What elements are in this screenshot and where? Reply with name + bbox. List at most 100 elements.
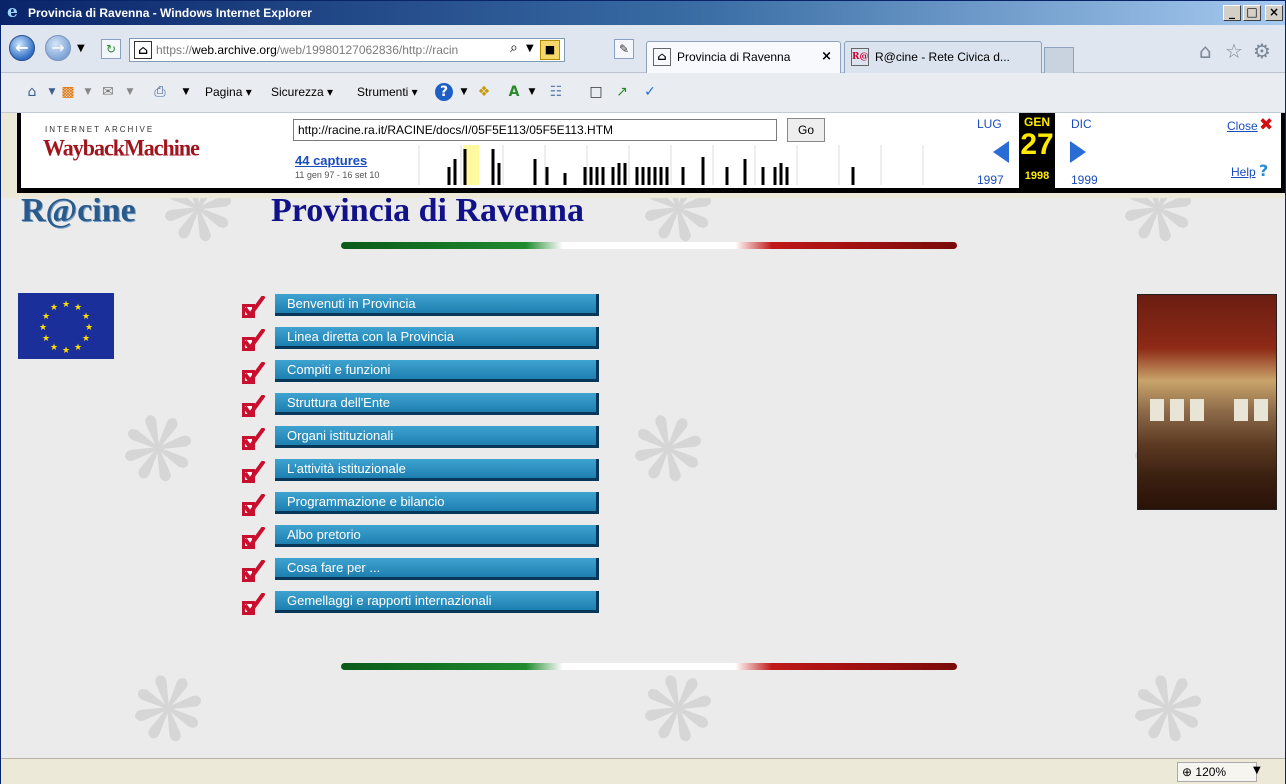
close-button[interactable]: ×: [1265, 5, 1283, 21]
page-title: Provincia di Ravenna: [271, 198, 584, 229]
racine-logo[interactable]: R@cine: [21, 198, 136, 230]
tab-provincia-di-ravenna[interactable]: ⌂ Provincia di Ravenna ×: [646, 41, 841, 73]
browser-window: e Provincia di Ravenna - Windows Interne…: [0, 0, 1286, 784]
notes-icon[interactable]: □: [587, 83, 605, 101]
menu-button-programmazione[interactable]: Programmazione e bilancio: [275, 492, 599, 514]
gear-icon[interactable]: ⚙: [1253, 39, 1271, 63]
help-question-icon[interactable]: ?: [1259, 161, 1268, 180]
racine-tab-icon: R@: [851, 48, 869, 66]
menu-item[interactable]: Organi istituzionali: [241, 426, 601, 451]
wayback-toolbar: INTERNET ARCHIVE WaybackMachine http://r…: [17, 113, 1285, 193]
wayback-go-button[interactable]: Go: [787, 118, 825, 142]
address-url[interactable]: https://web.archive.org/web/199801270628…: [156, 43, 506, 57]
wayback-logo[interactable]: WaybackMachine: [43, 134, 200, 161]
minimize-button[interactable]: _: [1223, 5, 1241, 21]
mail-dropdown-icon[interactable]: ▼: [121, 83, 139, 101]
tab-close-icon[interactable]: ×: [821, 49, 832, 64]
help-dropdown-icon[interactable]: ▼: [455, 83, 473, 101]
menu-item[interactable]: Linea diretta con la Provincia: [241, 327, 601, 352]
print-icon[interactable]: ⎙: [151, 83, 169, 101]
archive-favicon-icon: ⌂: [134, 41, 152, 59]
menu-item[interactable]: Benvenuti in Provincia: [241, 294, 601, 319]
compatibility-view-icon[interactable]: ↻: [101, 39, 121, 59]
council-hall-photo: [1137, 294, 1277, 510]
menu-button-gemellaggi[interactable]: Gemellaggi e rapporti internazionali: [275, 591, 599, 613]
translate-icon[interactable]: A: [505, 83, 523, 101]
menu-item[interactable]: Gemellaggi e rapporti internazionali: [241, 591, 601, 616]
menu-button-albo-pretorio[interactable]: Albo pretorio: [275, 525, 599, 547]
copy-icon[interactable]: ☷: [547, 83, 565, 101]
new-tab-button[interactable]: [1044, 47, 1074, 73]
menu-button-cosa-fare[interactable]: Cosa fare per ...: [275, 558, 599, 580]
checkmark-icon: [242, 461, 265, 484]
prev-month-link[interactable]: LUG: [977, 117, 1002, 131]
menu-item[interactable]: Cosa fare per ...: [241, 558, 601, 583]
research-icon[interactable]: ❖: [475, 83, 493, 101]
security-menu[interactable]: Sicurezza ▾: [271, 85, 333, 99]
checkmark-icon: [242, 362, 265, 385]
back-icon[interactable]: ←: [9, 35, 35, 61]
menu-item[interactable]: Compiti e funzioni: [241, 360, 601, 385]
eagle-crest-watermark-icon: ❋: [628, 198, 729, 271]
page-menu[interactable]: Pagina ▾: [205, 85, 252, 99]
zoom-level[interactable]: ⊕ 120%: [1177, 762, 1257, 782]
wayback-url-input[interactable]: http://racine.ra.it/RACINE/docs/I/05F5E1…: [293, 119, 777, 141]
menu-button-attivita[interactable]: L'attività istituzionale: [275, 459, 599, 481]
feed-dropdown-icon[interactable]: ▼: [79, 83, 97, 101]
tab-racine[interactable]: R@ R@cine - Rete Civica d...: [844, 41, 1042, 73]
checkmark-icon: [242, 329, 265, 352]
command-bar: ⌂ ▼ ▩ ▼ ✉ ▼ ⎙ ▼ Pagina ▾ Sicurezza ▾ Str…: [1, 73, 1285, 113]
menu-button-linea-diretta[interactable]: Linea diretta con la Provincia: [275, 327, 599, 349]
menu-button-compiti[interactable]: Compiti e funzioni: [275, 360, 599, 382]
rss-feed-icon[interactable]: ▩: [59, 83, 77, 101]
search-icon[interactable]: ⌕: [510, 40, 518, 56]
help-icon[interactable]: ?: [435, 83, 453, 101]
favorites-star-icon[interactable]: ☆: [1225, 39, 1243, 63]
next-month-link[interactable]: DIC: [1071, 117, 1092, 131]
refresh-icon[interactable]: ✎: [614, 39, 634, 59]
mail-icon[interactable]: ✉: [99, 83, 117, 101]
title-bar: e Provincia di Ravenna - Windows Interne…: [1, 1, 1285, 25]
current-year: 1998: [1024, 170, 1050, 182]
eu-flag-image: ★ ★ ★ ★ ★ ★ ★ ★ ★ ★ ★ ★: [18, 293, 114, 359]
menu-button-organi[interactable]: Organi istituzionali: [275, 426, 599, 448]
checkmark-icon: [242, 593, 265, 616]
checkmark-icon: [242, 494, 265, 517]
home-icon[interactable]: ⌂: [23, 83, 41, 101]
checkmark-icon: [242, 395, 265, 418]
prev-year-link[interactable]: 1997: [977, 173, 1004, 187]
next-capture-arrow-icon[interactable]: [1070, 141, 1086, 163]
close-x-icon[interactable]: ✖: [1259, 115, 1273, 135]
address-bar[interactable]: ⌂ https://web.archive.org/web/1998012706…: [129, 38, 565, 62]
maximize-button[interactable]: □: [1243, 5, 1261, 21]
archive-tab-icon: ⌂: [653, 48, 671, 66]
address-dropdown-icon[interactable]: ▼: [526, 43, 534, 54]
zoom-dropdown-icon[interactable]: ▼: [1253, 765, 1261, 776]
captures-sparkline[interactable]: [405, 145, 965, 185]
forward-icon[interactable]: →: [45, 35, 71, 61]
menu-item[interactable]: Programmazione e bilancio: [241, 492, 601, 517]
next-year-link[interactable]: 1999: [1071, 173, 1098, 187]
eagle-crest-watermark-icon: ❋: [118, 650, 219, 758]
wayback-help-link[interactable]: Help: [1231, 165, 1256, 179]
current-day: 27: [1020, 128, 1054, 161]
tools-menu[interactable]: Strumenti ▾: [357, 85, 418, 99]
navigation-bar: ← → ▼ ↻ ⌂ https://web.archive.org/web/19…: [1, 25, 1285, 73]
wayback-close-link[interactable]: Close: [1227, 119, 1258, 133]
menu-item[interactable]: Struttura dell'Ente: [241, 393, 601, 418]
tab-label: R@cine - Rete Civica d...: [875, 50, 1010, 64]
menu-item[interactable]: Albo pretorio: [241, 525, 601, 550]
prev-capture-arrow-icon[interactable]: [993, 141, 1009, 163]
captures-link[interactable]: 44 captures: [295, 153, 367, 168]
history-dropdown-icon[interactable]: ▼: [77, 43, 85, 54]
home-icon[interactable]: ⌂: [1199, 39, 1212, 63]
lock-icon[interactable]: ■: [540, 40, 560, 60]
menu-button-struttura[interactable]: Struttura dell'Ente: [275, 393, 599, 415]
translate-dropdown-icon[interactable]: ▼: [523, 83, 541, 101]
print-dropdown-icon[interactable]: ▼: [177, 83, 195, 101]
check-icon[interactable]: ✓: [641, 83, 659, 101]
menu-item[interactable]: L'attività istituzionale: [241, 459, 601, 484]
send-page-icon[interactable]: ↗: [613, 83, 631, 101]
wayback-logo-caption: INTERNET ARCHIVE: [45, 125, 155, 134]
menu-button-benvenuti[interactable]: Benvenuti in Provincia: [275, 294, 599, 316]
